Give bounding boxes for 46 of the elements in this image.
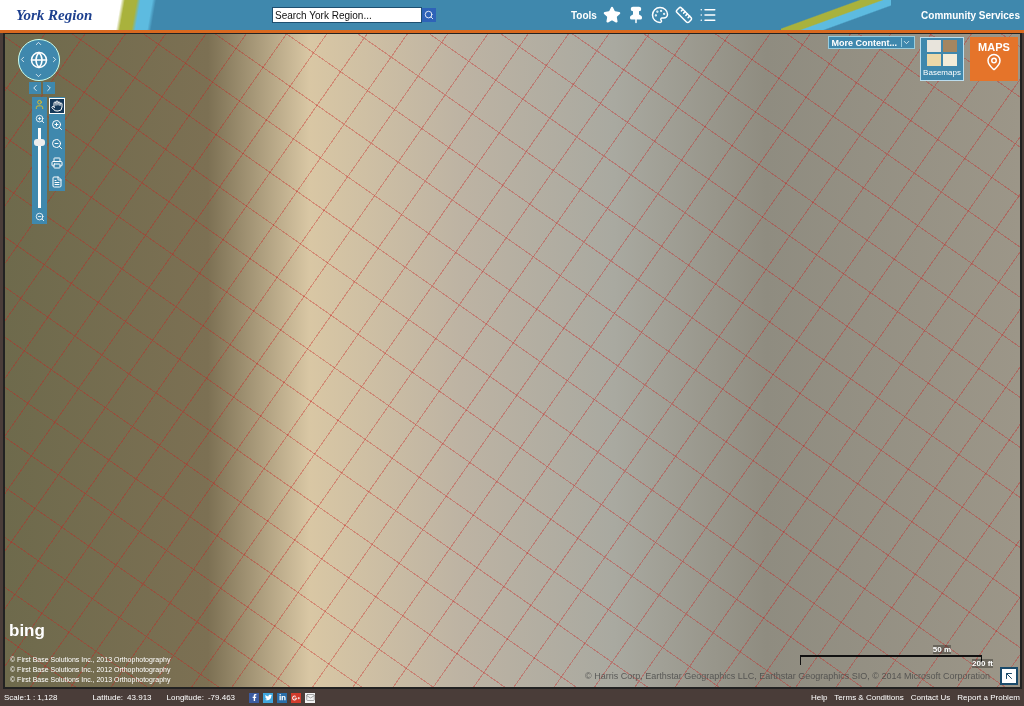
longitude-value: -79.463 (207, 693, 236, 702)
search-button[interactable] (422, 8, 436, 22)
footer-link[interactable]: Report a Problem (957, 693, 1020, 702)
expand-button[interactable] (1000, 667, 1018, 685)
zoom-in-tool-button[interactable] (49, 117, 65, 133)
tools-label: Tools (571, 9, 597, 21)
arrow-up-left-icon (1003, 670, 1015, 682)
pan-tool-button[interactable] (49, 98, 65, 114)
map-pin-icon (985, 53, 1003, 71)
scale-imperial-label: 200 ft (972, 659, 993, 668)
linkedin-icon[interactable] (277, 692, 288, 703)
footer-link[interactable]: Help (810, 693, 828, 702)
scale-metric-label: 50 m (932, 645, 951, 654)
zoom-out-tool-button[interactable] (49, 136, 65, 152)
zoom-out-icon[interactable] (34, 212, 45, 222)
facebook-icon[interactable] (249, 692, 260, 703)
zoom-slider-thumb[interactable] (34, 138, 45, 146)
search-field[interactable]: Search York Region... (272, 7, 422, 23)
more-content-button[interactable]: More Content... (827, 36, 915, 49)
bing-logo: bing (9, 621, 45, 641)
palette-icon[interactable] (650, 6, 669, 24)
twitter-icon[interactable] (263, 692, 274, 703)
community-services-link[interactable]: Community Services (921, 9, 1020, 21)
footer-link[interactable]: Contact Us (910, 693, 951, 702)
ruler-icon[interactable] (674, 6, 693, 24)
basemaps-button[interactable]: Basemaps (920, 37, 964, 81)
print-tool-button[interactable] (49, 155, 65, 171)
previous-extent-button[interactable] (29, 82, 41, 94)
chevron-right-icon (44, 83, 54, 93)
chevron-left-icon (30, 83, 40, 93)
zoom-in-icon[interactable] (34, 114, 45, 124)
mail-icon[interactable] (305, 692, 316, 703)
google-plus-icon[interactable] (291, 692, 302, 703)
pdf-tool-button[interactable] (49, 174, 65, 190)
latitude-label: Latitude: (92, 693, 124, 702)
longitude-label: Longitude: (166, 693, 204, 702)
footer-link[interactable]: Terms & Conditions (834, 693, 904, 702)
globe-icon[interactable] (30, 51, 48, 69)
latitude-value: 43.913 (127, 693, 152, 702)
list-icon[interactable] (698, 6, 717, 24)
star-icon[interactable] (602, 6, 621, 24)
scale-readout: Scale:1 : 1,128 (4, 693, 58, 702)
logo-text[interactable]: York Region (16, 6, 93, 24)
caret-icon (902, 38, 911, 47)
next-extent-button[interactable] (43, 82, 55, 94)
pan-control[interactable] (18, 39, 60, 81)
